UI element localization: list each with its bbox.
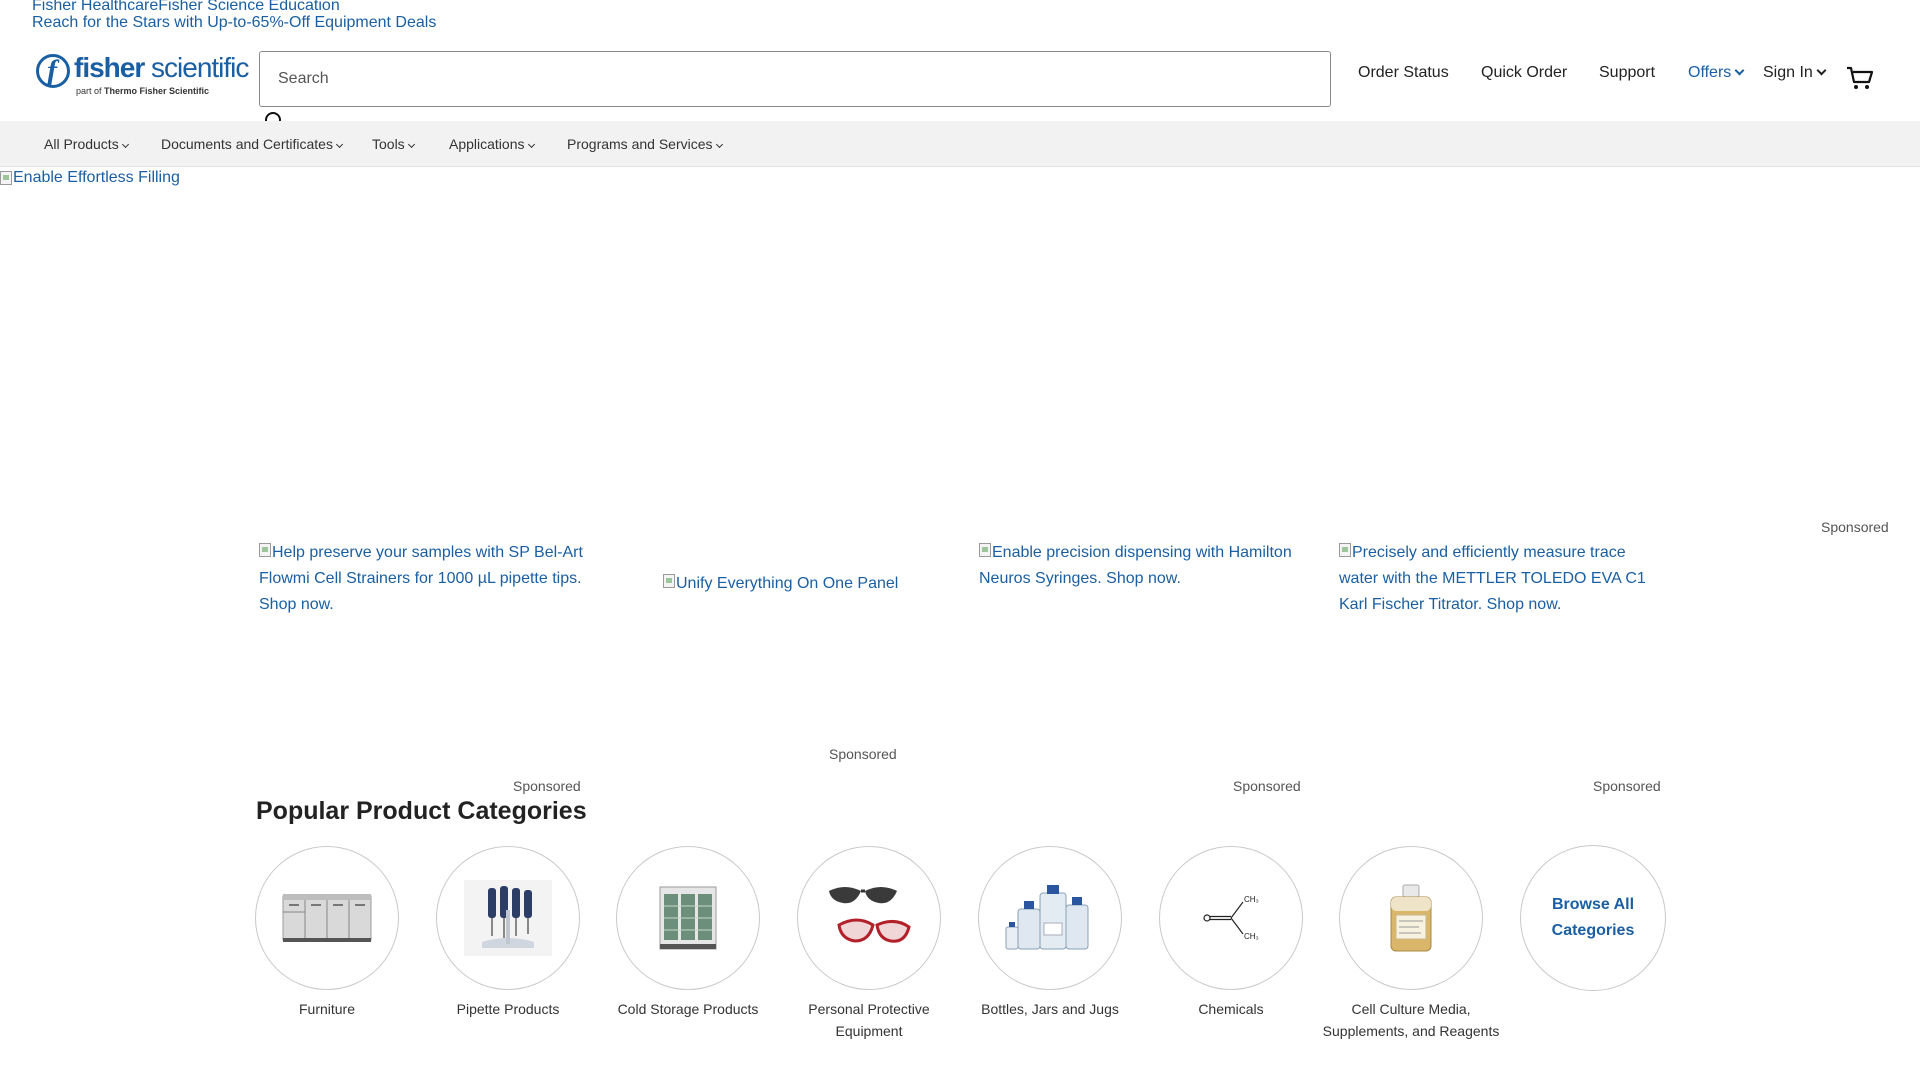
chevron-down-icon xyxy=(1734,65,1745,76)
sign-in-menu[interactable]: Sign In xyxy=(1763,64,1827,82)
category-image: CH₃ CH₃ xyxy=(1159,846,1303,990)
promo-unify-panel[interactable]: Unify Everything On One Panel xyxy=(663,571,923,597)
main-navbar: All Products Documents and Certificates … xyxy=(0,121,1920,167)
broken-image-icon xyxy=(663,574,675,588)
sign-in-label: Sign In xyxy=(1763,64,1813,81)
bottles-icon xyxy=(1005,885,1089,950)
sponsored-label: Sponsored xyxy=(829,746,897,762)
category-image xyxy=(255,846,399,990)
offers-menu[interactable]: Offers xyxy=(1688,64,1745,82)
safety-glasses-icon xyxy=(829,887,911,943)
search-input[interactable] xyxy=(259,51,1331,107)
category-pipette-products[interactable]: Pipette Products xyxy=(418,846,598,1020)
refrigerator-icon xyxy=(659,886,717,950)
top-links: Fisher Healthcare Fisher Science Educati… xyxy=(32,0,340,15)
nav-documents-certificates[interactable]: Documents and Certificates xyxy=(161,136,344,152)
category-chemicals[interactable]: CH₃ CH₃ Chemicals xyxy=(1141,846,1321,1020)
chemical-structure-icon: CH₃ CH₃ xyxy=(1203,895,1259,941)
category-cold-storage[interactable]: Cold Storage Products xyxy=(598,846,778,1020)
category-label: Pipette Products xyxy=(456,1001,560,1017)
category-image xyxy=(1339,846,1483,990)
category-label: Cell Culture Media, Supplements, and Rea… xyxy=(1322,1001,1500,1039)
promo-mettler-titrator[interactable]: Precisely and efficiently measure trace … xyxy=(1339,540,1664,618)
hero-banner[interactable]: Enable Effortless Filling xyxy=(0,169,180,187)
equipment-deals-promo-link[interactable]: Reach for the Stars with Up-to-65%-Off E… xyxy=(32,14,436,32)
promo-flowmi-cell-strainers[interactable]: Help preserve your samples with SP Bel-A… xyxy=(259,540,599,618)
category-image xyxy=(616,846,760,990)
promo-alt-text: Precisely and efficiently measure trace … xyxy=(1339,544,1646,613)
broken-image-icon xyxy=(259,543,271,557)
fisher-scientific-logo[interactable]: fisher scientific part of Thermo Fisher … xyxy=(36,52,249,100)
nav-all-products[interactable]: All Products xyxy=(44,136,129,152)
category-bottles-jars-jugs[interactable]: Bottles, Jars and Jugs xyxy=(960,846,1140,1020)
category-image xyxy=(436,846,580,990)
category-label: Cold Storage Products xyxy=(617,1001,759,1017)
category-label: Chemicals xyxy=(1198,1001,1264,1017)
media-bottle-icon xyxy=(1390,884,1432,952)
cart-icon[interactable] xyxy=(1846,66,1874,90)
quick-order-link[interactable]: Quick Order xyxy=(1481,64,1567,82)
broken-image-icon xyxy=(979,543,991,557)
promo-alt-text: Enable precision dispensing with Hamilto… xyxy=(979,544,1292,587)
svg-text:CH₃: CH₃ xyxy=(1244,895,1259,904)
category-label: Furniture xyxy=(298,1001,356,1017)
category-image xyxy=(797,846,941,990)
chevron-down-icon xyxy=(527,140,535,149)
sponsored-label: Sponsored xyxy=(1593,778,1661,794)
nav-applications[interactable]: Applications xyxy=(449,136,535,152)
offers-label: Offers xyxy=(1688,64,1732,81)
category-furniture[interactable]: Furniture xyxy=(237,846,417,1020)
promo-alt-text: Unify Everything On One Panel xyxy=(676,575,899,592)
hero-banner-alt-text: Enable Effortless Filling xyxy=(13,169,180,186)
promo-hamilton-syringes[interactable]: Enable precision dispensing with Hamilto… xyxy=(979,540,1309,592)
category-image xyxy=(978,846,1122,990)
sponsored-label: Sponsored xyxy=(513,778,581,794)
broken-image-icon xyxy=(1339,543,1351,557)
broken-image-icon xyxy=(0,171,12,185)
support-link[interactable]: Support xyxy=(1599,64,1655,82)
category-label: Bottles, Jars and Jugs xyxy=(981,1001,1119,1017)
popular-categories-heading: Popular Product Categories xyxy=(256,797,587,825)
sponsored-label: Sponsored xyxy=(1821,519,1889,535)
pipette-icon xyxy=(464,880,552,956)
nav-programs-services[interactable]: Programs and Services xyxy=(567,136,723,152)
nav-tools[interactable]: Tools xyxy=(372,136,415,152)
cabinet-icon xyxy=(282,894,372,942)
fisher-logo-mark-icon xyxy=(36,54,70,88)
fisher-science-education-link[interactable]: Fisher Science Education xyxy=(158,0,339,15)
chevron-down-icon xyxy=(121,140,129,149)
chevron-down-icon xyxy=(1816,65,1827,76)
category-cell-culture[interactable]: Cell Culture Media, Supplements, and Rea… xyxy=(1321,846,1501,1042)
category-label: Personal Protective Equipment xyxy=(808,1001,930,1039)
svg-text:CH₃: CH₃ xyxy=(1244,932,1259,941)
chevron-down-icon xyxy=(715,140,723,149)
logo-wordmark: fisher scientific xyxy=(74,52,249,83)
promo-alt-text: Help preserve your samples with SP Bel-A… xyxy=(259,544,583,613)
sponsored-label: Sponsored xyxy=(1233,778,1301,794)
chevron-down-icon xyxy=(407,140,415,149)
logo-subtitle: part of Thermo Fisher Scientific xyxy=(76,86,210,96)
chevron-down-icon xyxy=(335,140,344,149)
browse-all-categories-button[interactable]: Browse All Categories xyxy=(1520,845,1666,991)
order-status-link[interactable]: Order Status xyxy=(1358,64,1449,82)
fisher-healthcare-link[interactable]: Fisher Healthcare xyxy=(32,0,158,15)
category-ppe[interactable]: Personal Protective Equipment xyxy=(779,846,959,1042)
